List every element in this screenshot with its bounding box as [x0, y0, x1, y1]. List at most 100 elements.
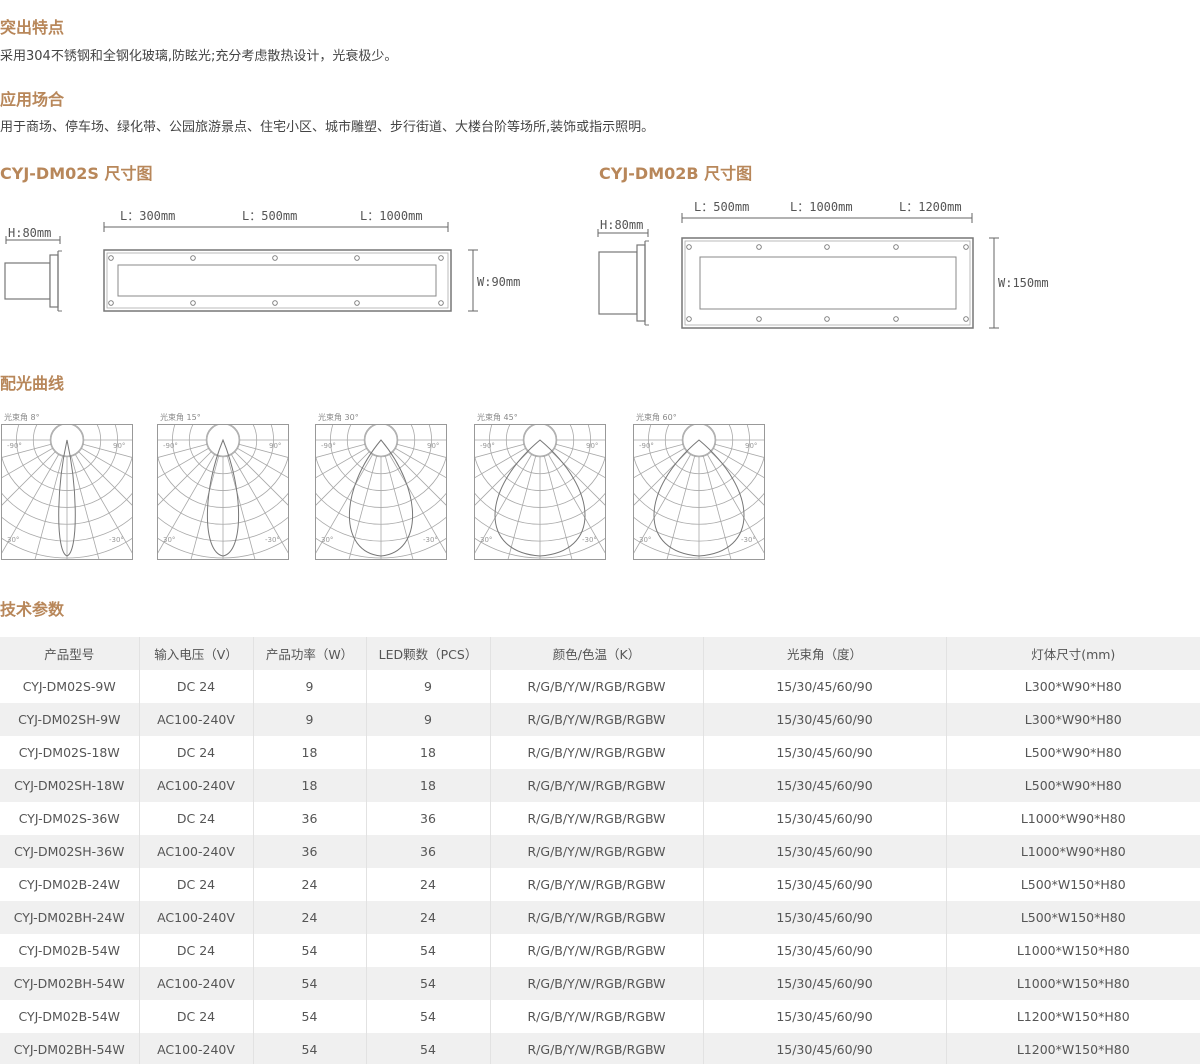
cell-led-count: 54 — [366, 934, 491, 967]
cell-size: L300*W90*H80 — [1024, 679, 1122, 694]
cell-beam-angle: 15/30/45/60/90 — [703, 868, 947, 901]
cell-led-count: 36 — [366, 802, 491, 835]
table-header-row: 产品型号 输入电压（V） 产品功率（W） LED颗数（PCS） 颜色/色温（K）… — [0, 637, 1200, 670]
cell-color: R/G/B/Y/W/RGB/RGBW — [490, 1000, 704, 1033]
features-title: 突出特点 — [0, 18, 65, 37]
cell-size: L1000*W90*H80 — [1020, 844, 1126, 859]
table-row: CYJ-DM02B-54W DC 24 54 54 R/G/B/Y/W/RGB/RGBW… — [0, 1000, 1200, 1033]
cell-model: CYJ-DM02SH-9W — [0, 703, 140, 736]
cell-led-count: 54 — [366, 1000, 491, 1033]
svg-text:90°: 90° — [113, 442, 125, 450]
cell-color: R/G/B/Y/W/RGB/RGBW — [490, 802, 704, 835]
light-curve-label: 光束角 60° — [636, 413, 677, 422]
cell-power: 36 — [253, 835, 367, 868]
header-beam-angle: 光束角（度） — [703, 637, 947, 670]
light-curves-title: 配光曲线 — [0, 374, 65, 393]
cell-beam-angle: 15/30/45/60/90 — [703, 1033, 947, 1064]
svg-text:-30°: -30° — [109, 536, 124, 544]
svg-text:-30°: -30° — [582, 536, 597, 544]
svg-text:30°: 30° — [163, 536, 175, 544]
cell-voltage: AC100-240V — [139, 835, 254, 868]
dim-b-length-3: L：1200mm — [899, 200, 962, 214]
table-row: CYJ-DM02S-9W DC 24 9 9 R/G/B/Y/W/RGB/RGBW 15/… — [0, 670, 1200, 703]
cell-power: 54 — [253, 1000, 367, 1033]
cell-led-count: 24 — [366, 868, 491, 901]
dim-b-length-2: L：1000mm — [790, 200, 853, 214]
dim-s-height-label: H:80mm — [8, 226, 51, 240]
cell-voltage: AC100-240V — [139, 901, 254, 934]
cell-color: R/G/B/Y/W/RGB/RGBW — [490, 835, 704, 868]
cell-color: R/G/B/Y/W/RGB/RGBW — [490, 769, 704, 802]
svg-text:30°: 30° — [7, 536, 19, 544]
cell-beam-angle: 15/30/45/60/90 — [703, 835, 947, 868]
cell-size: L500*W90*H80 — [1024, 778, 1122, 793]
cell-beam-angle: 15/30/45/60/90 — [703, 967, 947, 1000]
cell-beam-angle: 15/30/45/60/90 — [703, 736, 947, 769]
table-row: CYJ-DM02SH-9W AC100-240V 9 9 R/G/B/Y/W/RGB/R… — [0, 703, 1200, 736]
header-size: 灯体尺寸(mm) — [1031, 647, 1116, 662]
cell-model: CYJ-DM02BH-54W — [0, 1033, 140, 1064]
specs-title: 技术参数 — [0, 600, 65, 619]
table-row: CYJ-DM02S-18W DC 24 18 18 R/G/B/Y/W/RGB/RGBW… — [0, 736, 1200, 769]
cell-power: 54 — [253, 934, 367, 967]
header-led-count: LED颗数（PCS） — [366, 637, 491, 670]
light-curve-15: 光束角 15° -90° 90° 30° -30° — [157, 410, 289, 560]
cell-voltage: AC100-240V — [139, 967, 254, 1000]
svg-text:90°: 90° — [269, 442, 281, 450]
cell-led-count: 9 — [366, 703, 491, 736]
cell-size: L500*W90*H80 — [1024, 745, 1122, 760]
cell-size: L1000*W90*H80 — [1020, 811, 1126, 826]
dim-b-title: CYJ-DM02B 尺寸图 — [599, 164, 753, 183]
dim-b-drawing: H:80mm L：500mm L：1000mm L：1200mm W:150mm — [597, 200, 1049, 329]
applications-text: 用于商场、停车场、绿化带、公园旅游景点、住宅小区、城市雕塑、步行街道、大楼台阶等… — [0, 120, 655, 135]
cell-power: 54 — [253, 1033, 367, 1064]
cell-power: 9 — [253, 703, 367, 736]
cell-beam-angle: 15/30/45/60/90 — [703, 934, 947, 967]
svg-text:-90°: -90° — [163, 442, 178, 450]
cell-voltage: DC 24 — [139, 802, 254, 835]
cell-voltage: DC 24 — [139, 934, 254, 967]
cell-size: L1000*W150*H80 — [1016, 943, 1130, 958]
svg-text:30°: 30° — [639, 536, 651, 544]
header-color: 颜色/色温（K） — [490, 637, 704, 670]
cell-voltage: DC 24 — [139, 868, 254, 901]
svg-text:-30°: -30° — [741, 536, 756, 544]
cell-beam-angle: 15/30/45/60/90 — [703, 670, 947, 703]
cell-power: 24 — [253, 868, 367, 901]
header-power: 产品功率（W） — [253, 637, 367, 670]
cell-voltage: DC 24 — [139, 736, 254, 769]
dim-s-width-label: W:90mm — [477, 275, 520, 289]
cell-model: CYJ-DM02BH-24W — [0, 901, 140, 934]
features-text: 采用304不锈钢和全钢化玻璃,防眩光;充分考虑散热设计，光衰极少。 — [0, 49, 398, 64]
dim-b-length-1: L：500mm — [694, 200, 749, 214]
table-row: CYJ-DM02SH-36W AC100-240V 36 36 R/G/B/Y/W/RG… — [0, 835, 1200, 868]
cell-led-count: 18 — [366, 736, 491, 769]
dim-s-title: CYJ-DM02S 尺寸图 — [0, 164, 153, 183]
cell-size: L1200*W150*H80 — [1016, 1042, 1130, 1057]
svg-text:90°: 90° — [427, 442, 439, 450]
cell-voltage: AC100-240V — [139, 769, 254, 802]
specs-table-body: CYJ-DM02S-9W DC 24 9 9 R/G/B/Y/W/RGB/RGBW 15/… — [0, 670, 1200, 1064]
cell-model: CYJ-DM02S-18W — [0, 736, 140, 769]
cell-voltage: AC100-240V — [139, 1033, 254, 1064]
svg-text:-30°: -30° — [423, 536, 438, 544]
polar-chart: -90° 90° 30° -30° — [633, 424, 765, 560]
cell-power: 24 — [253, 901, 367, 934]
light-curve-label: 光束角 30° — [318, 413, 359, 422]
table-row: CYJ-DM02BH-54W AC100-240V 54 54 R/G/B/Y/W/RG… — [0, 1033, 1200, 1064]
cell-model: CYJ-DM02B-54W — [0, 934, 140, 967]
light-curve-45: 光束角 45° -90° 90° 30° -30° — [474, 410, 606, 560]
cell-model: CYJ-DM02SH-36W — [0, 835, 140, 868]
svg-text:-90°: -90° — [480, 442, 495, 450]
cell-led-count: 36 — [366, 835, 491, 868]
light-curve-60: 光束角 60° -90° 90° 30° -30° — [633, 410, 765, 560]
dim-b-width-label: W:150mm — [998, 276, 1049, 290]
table-row: CYJ-DM02BH-24W AC100-240V 24 24 R/G/B/Y/W/RG… — [0, 901, 1200, 934]
cell-color: R/G/B/Y/W/RGB/RGBW — [490, 934, 704, 967]
cell-voltage: DC 24 — [139, 1000, 254, 1033]
cell-size: L1200*W150*H80 — [1016, 1009, 1130, 1024]
svg-text:-30°: -30° — [265, 536, 280, 544]
cell-beam-angle: 15/30/45/60/90 — [703, 769, 947, 802]
light-curve-30: 光束角 30° -90° 90° 30° -30° — [315, 410, 447, 560]
cell-size: L300*W90*H80 — [1024, 712, 1122, 727]
